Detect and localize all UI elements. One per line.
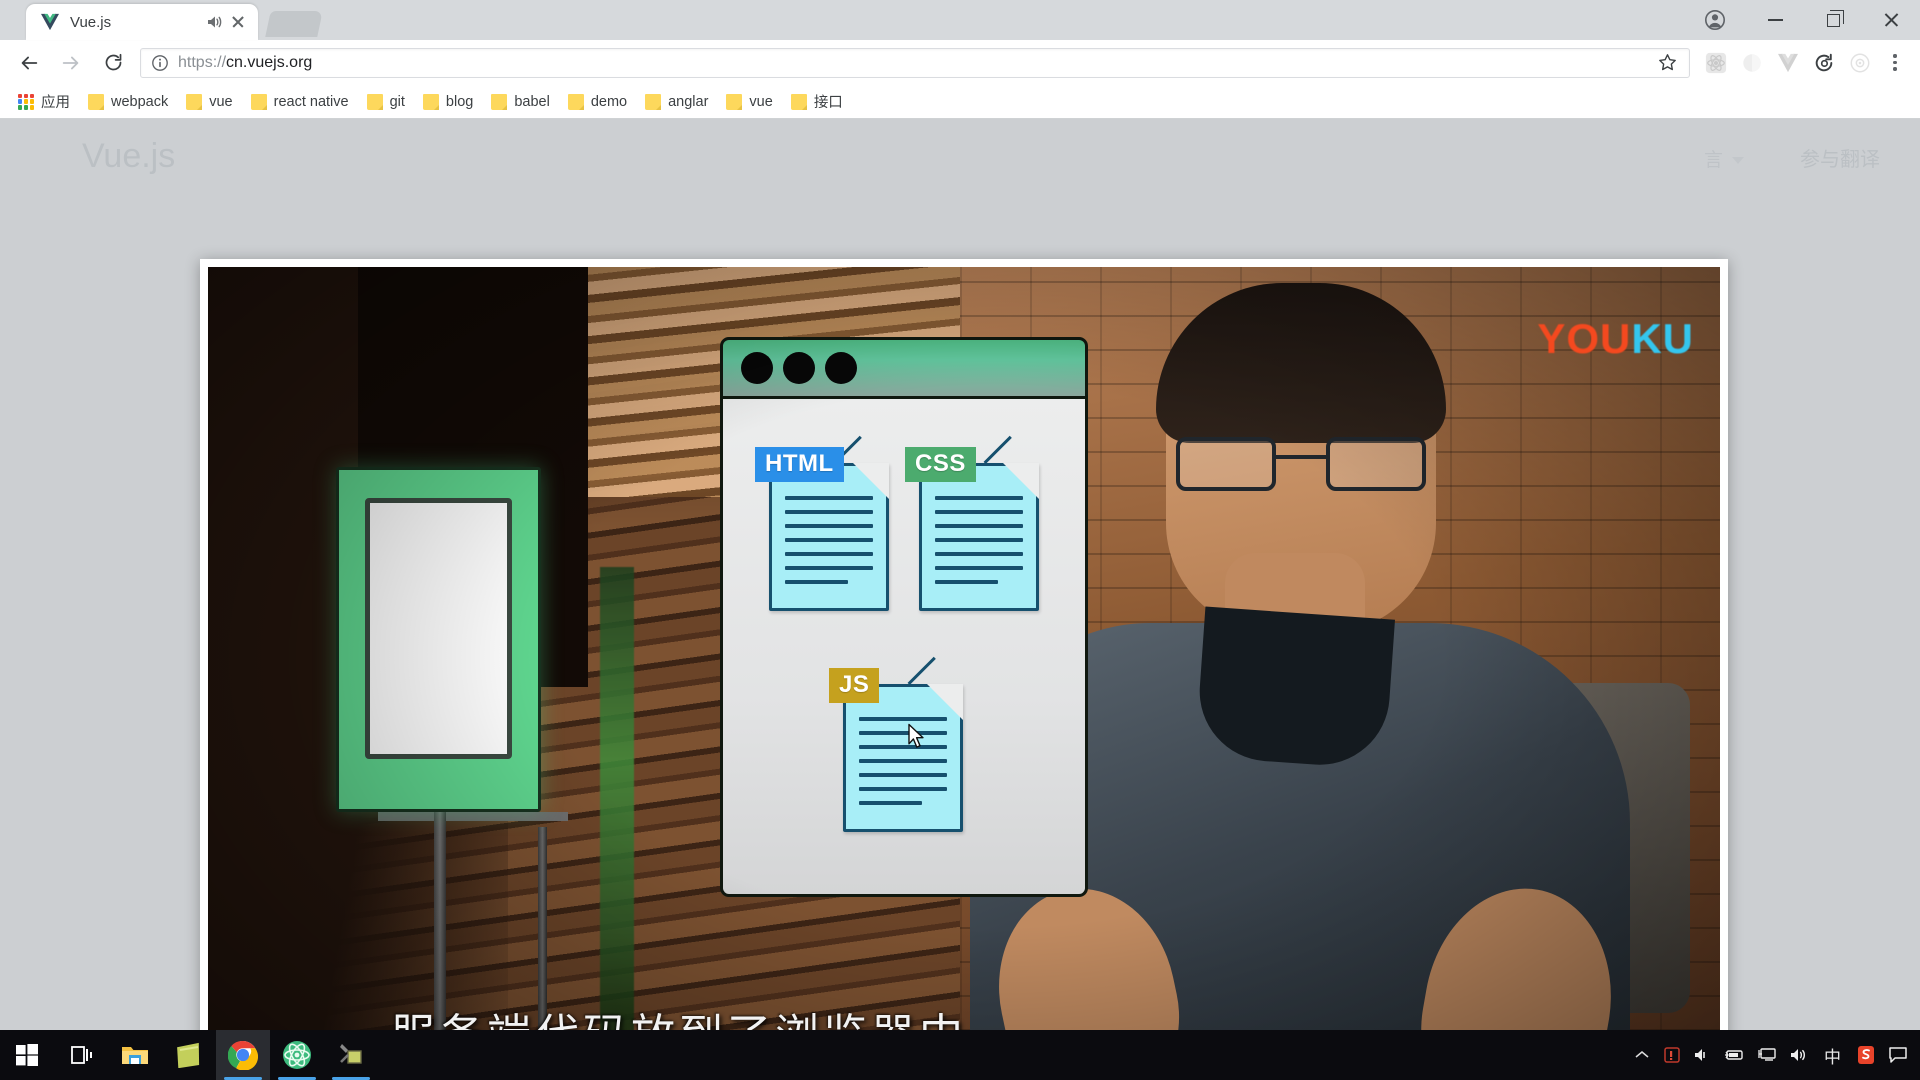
- windows-taskbar: 中: [0, 1030, 1920, 1080]
- folder-icon: [567, 93, 584, 110]
- action-center-icon[interactable]: [1882, 1030, 1914, 1080]
- tab-vuejs[interactable]: Vue.js: [26, 4, 258, 40]
- browser-toolbar: https://cn.vuejs.org: [0, 40, 1920, 85]
- volume-icon[interactable]: [1783, 1030, 1815, 1080]
- youku-watermark-part1: YOU: [1537, 315, 1632, 362]
- bookmark-label: demo: [590, 93, 628, 110]
- page-viewport: Vue.js 言 参与翻译 最省心的优化: [0, 119, 1920, 1030]
- youku-watermark-part2: KU: [1631, 315, 1694, 362]
- bookmark-vue[interactable]: vue: [178, 89, 240, 115]
- start-button[interactable]: [0, 1030, 54, 1080]
- bookmark-demo[interactable]: demo: [560, 89, 635, 115]
- folder-icon: [366, 93, 383, 110]
- close-window-button[interactable]: [1862, 0, 1920, 40]
- bookmark-label: 接口: [813, 95, 843, 111]
- network-display-icon[interactable]: [1751, 1030, 1783, 1080]
- reload-button[interactable]: [94, 44, 132, 82]
- bookmark-react-native[interactable]: react native: [243, 89, 357, 115]
- profile-avatar[interactable]: [1684, 0, 1746, 40]
- page-info-icon[interactable]: [151, 54, 169, 72]
- mute-speaker-icon[interactable]: [1687, 1030, 1717, 1080]
- speaker-playing-icon[interactable]: [204, 12, 224, 32]
- video-modal: HTML CSS: [200, 259, 1728, 1030]
- close-icon[interactable]: [228, 12, 248, 32]
- refresh-clock-icon[interactable]: [1806, 45, 1842, 81]
- bookmark-webpack[interactable]: webpack: [80, 89, 176, 115]
- bookmark-label: git: [389, 93, 405, 110]
- bookmark-label: webpack: [111, 93, 169, 110]
- bookmark-label: blog: [445, 93, 474, 110]
- address-bar[interactable]: https://cn.vuejs.org: [140, 47, 1690, 78]
- video-vignette: [208, 267, 1720, 1030]
- system-tray: 中: [1627, 1030, 1920, 1080]
- bookmark-interface[interactable]: 接口: [783, 89, 851, 115]
- bookmark-star-icon[interactable]: [1657, 52, 1679, 74]
- bookmark-vue-2[interactable]: vue: [718, 89, 780, 115]
- react-devtools-icon[interactable]: [1698, 45, 1734, 81]
- folder-icon: [645, 93, 662, 110]
- bookmark-apps[interactable]: 应用: [10, 89, 78, 115]
- bookmark-babel[interactable]: babel: [483, 89, 557, 115]
- folder-icon: [88, 93, 104, 110]
- bookmark-label: vue: [749, 93, 773, 110]
- chrome-menu-button[interactable]: [1878, 54, 1912, 71]
- folder-icon: [186, 93, 203, 110]
- video-player[interactable]: HTML CSS: [208, 267, 1720, 1030]
- atom-editor-button[interactable]: [270, 1030, 324, 1080]
- bookmark-git[interactable]: git: [359, 89, 413, 115]
- ime-language-icon[interactable]: 中: [1815, 1030, 1850, 1080]
- google-chrome-button[interactable]: [216, 1030, 270, 1080]
- youku-watermark: YOUKU: [1537, 315, 1694, 363]
- url-scheme: https://: [178, 53, 227, 71]
- file-explorer-button[interactable]: [108, 1030, 162, 1080]
- vue-devtools-icon[interactable]: [1770, 45, 1806, 81]
- chrome-browser-window: Vue.js https://cn.vuejs.org 应用 webpack v…: [0, 0, 1920, 1030]
- folder-icon: [491, 93, 508, 110]
- apps-grid-icon: [18, 93, 34, 110]
- camera-circle-icon[interactable]: [1842, 45, 1878, 81]
- bookmarks-bar: 应用 webpack vue react native git blog bab…: [0, 85, 1920, 119]
- vue-logo-icon: [40, 13, 60, 31]
- bookmark-label: babel: [514, 93, 550, 110]
- url-host: cn.vuejs.org: [226, 53, 313, 71]
- tab-strip: Vue.js: [0, 0, 1920, 40]
- bookmark-apps-label: 应用: [41, 95, 70, 111]
- bookmark-label: react native: [273, 93, 349, 110]
- minimize-button[interactable]: [1746, 0, 1804, 40]
- sogou-input-icon[interactable]: [1850, 1030, 1882, 1080]
- show-hidden-icons-chevron[interactable]: [1627, 1030, 1657, 1080]
- forward-button[interactable]: [52, 44, 90, 82]
- utility-app-button[interactable]: [324, 1030, 378, 1080]
- folder-icon: [726, 93, 743, 110]
- back-button[interactable]: [10, 44, 48, 82]
- alert-red-icon[interactable]: [1657, 1030, 1687, 1080]
- battery-icon[interactable]: [1717, 1030, 1751, 1080]
- new-tab-button[interactable]: [265, 11, 323, 37]
- folder-icon: [422, 93, 439, 110]
- video-subtitle: 服务端代码放到了浏览器中: [208, 999, 1720, 1030]
- bookmark-anglar[interactable]: anglar: [637, 89, 716, 115]
- tab-title: Vue.js: [70, 13, 112, 31]
- url-text[interactable]: https://cn.vuejs.org: [178, 54, 1657, 72]
- notes-app-button[interactable]: [162, 1030, 216, 1080]
- folder-icon: [790, 93, 807, 110]
- bookmark-label: vue: [209, 93, 233, 110]
- bookmark-blog[interactable]: blog: [415, 89, 481, 115]
- restore-button[interactable]: [1804, 0, 1862, 40]
- task-view-button[interactable]: [54, 1030, 108, 1080]
- extension-circle-icon[interactable]: [1734, 45, 1770, 81]
- bookmark-label: anglar: [668, 93, 709, 110]
- folder-icon: [250, 93, 267, 110]
- window-controls: [1684, 0, 1920, 40]
